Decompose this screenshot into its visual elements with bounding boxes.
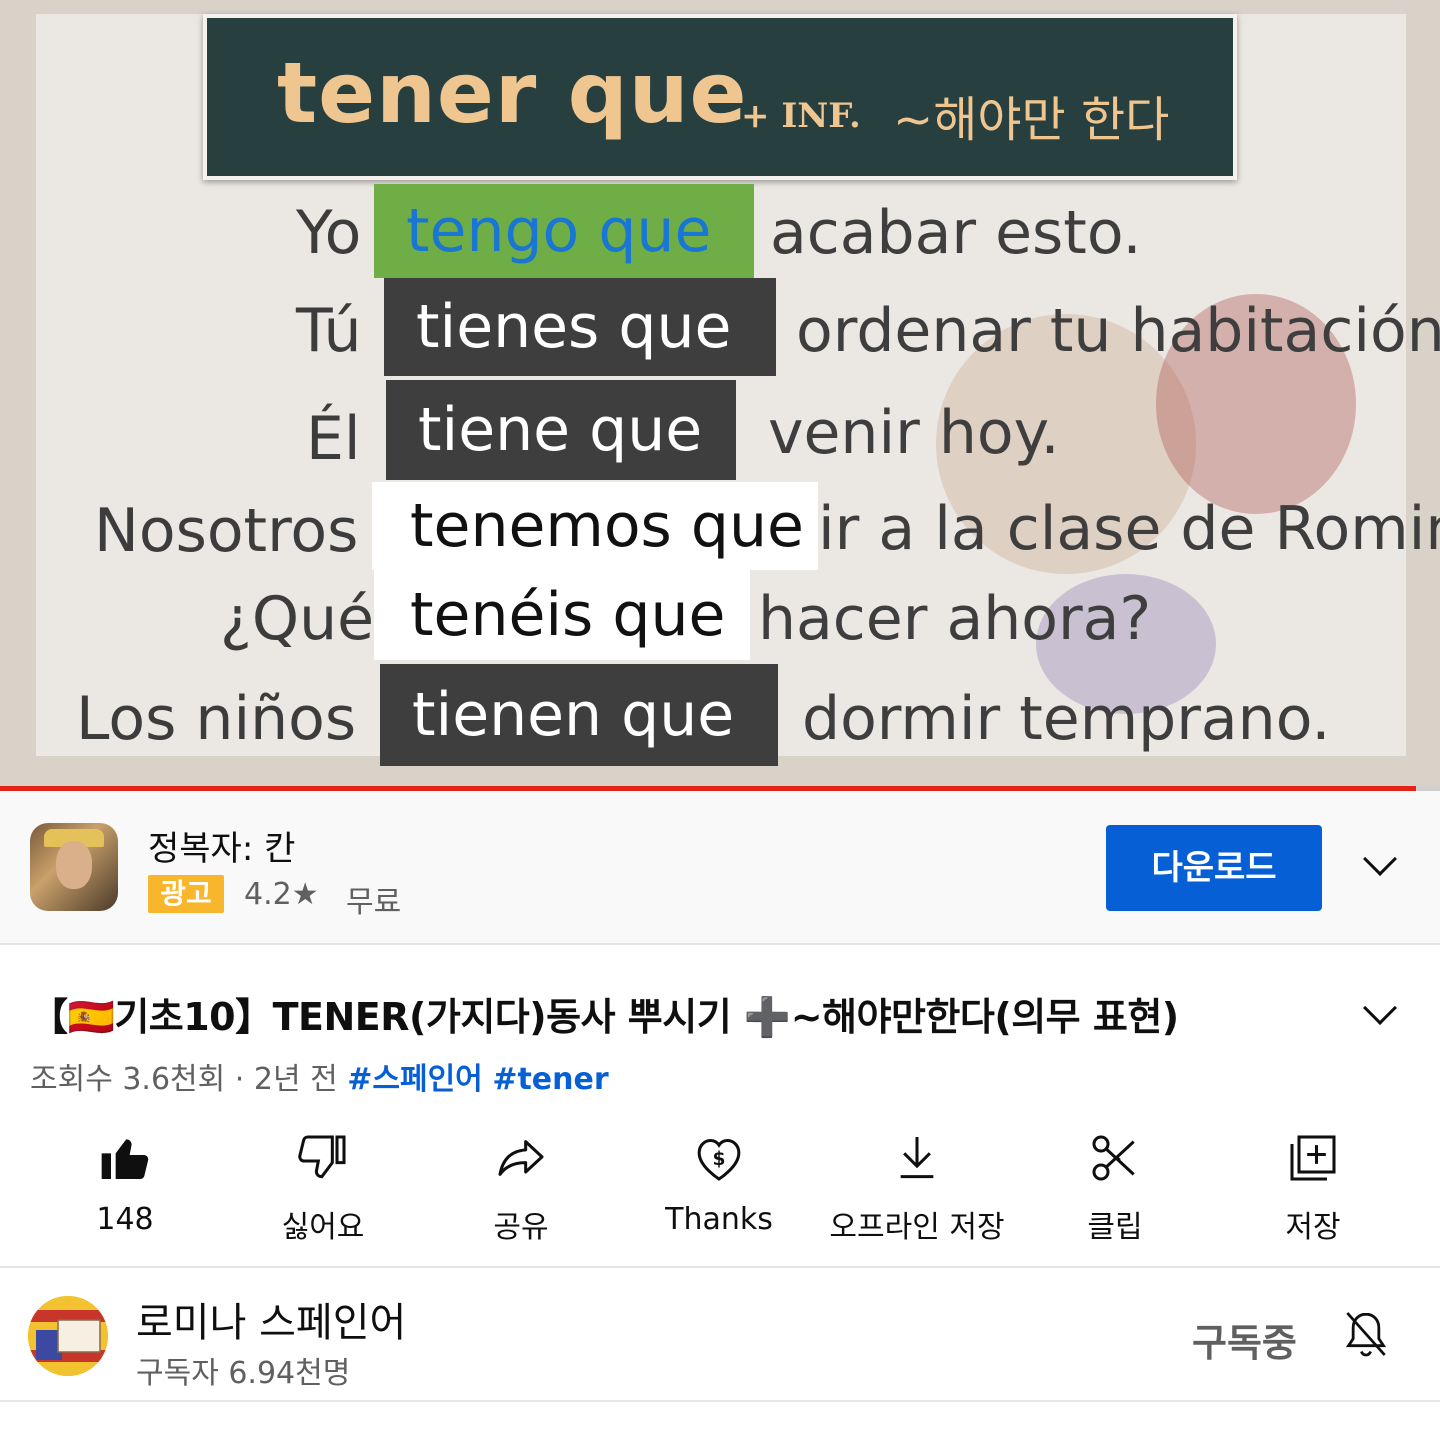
slide-title: tener que xyxy=(277,44,748,142)
slide-title-box: tener que + INF. ~해야만 한다 xyxy=(203,14,1237,180)
slide-title-inf: + INF. xyxy=(741,96,861,136)
row-subject: Yo xyxy=(296,198,362,268)
row-subject: Él xyxy=(306,404,361,474)
subscriber-count: 구독자 6.94천명 xyxy=(136,1356,351,1391)
save-label: 저장 xyxy=(1285,1210,1341,1245)
video-meta[interactable]: 조회수 3.6천회 · 2년 전 #스페인어 #tener xyxy=(30,1054,609,1098)
ad-download-button[interactable]: 다운로드 xyxy=(1106,825,1322,911)
thanks-heart-dollar-icon: $ xyxy=(697,1138,741,1181)
thumbs-down-icon xyxy=(298,1135,346,1179)
scissors-icon xyxy=(1092,1135,1135,1181)
channel-avatar[interactable] xyxy=(28,1296,108,1376)
ad-price: 무료 xyxy=(346,885,402,920)
save-button[interactable]: 저장 xyxy=(1214,1126,1412,1246)
divider xyxy=(0,1400,1440,1402)
row-rest: ordenar tu habitación. xyxy=(796,296,1440,366)
row-verb: tiene que xyxy=(386,380,736,480)
thanks-label: Thanks xyxy=(665,1202,773,1237)
row-rest: ir a la clase de Romina. xyxy=(818,494,1440,564)
like-button[interactable]: 148 xyxy=(26,1126,224,1246)
ad-banner[interactable]: 정복자: 칸 광고 4.2★ 무료 다운로드 xyxy=(0,791,1440,945)
bell-off-icon[interactable] xyxy=(1338,1306,1394,1362)
ad-title: 정복자: 칸 xyxy=(148,829,296,869)
subscribed-button[interactable]: 구독중 xyxy=(1192,1312,1297,1367)
row-verb: tengo que xyxy=(374,184,754,278)
ad-app-icon xyxy=(30,823,118,911)
like-count: 148 xyxy=(96,1202,154,1237)
clip-button[interactable]: 클립 xyxy=(1016,1126,1214,1246)
hashtag-link[interactable]: #tener xyxy=(492,1062,608,1097)
chevron-down-icon[interactable] xyxy=(1363,991,1397,1025)
row-subject: Nosotros xyxy=(94,496,359,566)
hashtag-link[interactable]: #스페인어 xyxy=(347,1062,483,1097)
thumbs-up-filled-icon xyxy=(101,1139,149,1179)
row-subject: Los niños xyxy=(76,684,357,754)
download-label: 오프라인 저장 xyxy=(829,1210,1005,1245)
row-verb: tienen que xyxy=(380,664,778,766)
row-rest: dormir temprano. xyxy=(802,684,1331,754)
video-title[interactable]: 【🇪🇸기초10】TENER(가지다)동사 뿌시기 ➕~해야만한다(의무 표현) xyxy=(30,986,1179,1041)
thanks-button[interactable]: $ Thanks xyxy=(620,1126,818,1246)
share-label: 공유 xyxy=(493,1210,549,1245)
dislike-label: 싫어요 xyxy=(281,1210,365,1245)
playlist-add-icon xyxy=(1290,1135,1336,1181)
row-verb: tenemos que xyxy=(372,482,818,570)
row-verb: tenéis que xyxy=(374,570,750,660)
chevron-down-icon[interactable] xyxy=(1363,842,1397,876)
share-icon xyxy=(498,1140,544,1176)
row-verb: tienes que xyxy=(384,278,776,376)
dislike-button[interactable]: 싫어요 xyxy=(224,1126,422,1246)
video-player[interactable]: tener que + INF. ~해야만 한다 Yo tengo que ac… xyxy=(0,0,1440,786)
share-button[interactable]: 공유 xyxy=(422,1126,620,1246)
svg-text:$: $ xyxy=(713,1149,726,1170)
row-rest: acabar esto. xyxy=(770,198,1142,268)
channel-logo-icon xyxy=(28,1296,108,1376)
download-button[interactable]: 오프라인 저장 xyxy=(818,1126,1016,1246)
row-rest: venir hoy. xyxy=(768,398,1060,468)
view-count: 조회수 3.6천회 · 2년 전 xyxy=(30,1062,338,1097)
channel-name[interactable]: 로미나 스페인어 xyxy=(136,1290,406,1348)
divider xyxy=(0,1266,1440,1268)
clip-label: 클립 xyxy=(1087,1210,1143,1245)
row-subject: Tú xyxy=(296,296,362,366)
row-rest: hacer ahora? xyxy=(758,584,1152,654)
download-icon xyxy=(900,1137,934,1179)
ad-rating: 4.2★ xyxy=(244,877,319,912)
slide-title-korean: ~해야만 한다 xyxy=(893,92,1170,148)
row-subject: ¿Qué xyxy=(220,584,375,654)
ad-badge: 광고 xyxy=(148,875,224,913)
